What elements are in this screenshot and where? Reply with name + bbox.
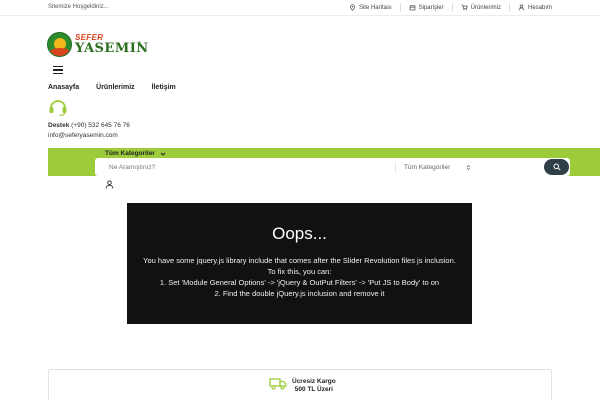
slider-error-box: Oops... You have some jquery.js library … [127, 203, 472, 324]
chevron-down-icon [160, 152, 166, 156]
support-email[interactable]: info@seferyasemin.com [48, 131, 130, 141]
all-categories-toggle[interactable]: Tüm Kategoriler [105, 150, 166, 157]
top-bar: Sitemize Hoşgeldiniz... Site Haritası Si… [0, 0, 600, 16]
logo-emblem [47, 32, 72, 57]
support-info: Destek (+90) 532 645 76 76 info@seferyas… [48, 121, 130, 140]
box-icon [409, 5, 415, 11]
top-link-label: Hesabım [527, 4, 552, 11]
top-link-site-map[interactable]: Site Haritası [341, 3, 401, 12]
top-link-label: Ürünlerimiz [470, 4, 501, 11]
shipping-text: Ücresiz Kargo 500 TL Üzeri [292, 378, 336, 394]
location-pin-icon [349, 4, 355, 11]
headset-icon [49, 100, 67, 116]
nav-item-home[interactable]: Anasayfa [48, 84, 79, 91]
category-select-label: Tüm Kategoriler [404, 163, 451, 171]
logo-registered-mark: ® [138, 40, 141, 45]
top-link-account[interactable]: Hesabım [510, 3, 552, 12]
top-link-label: Siparişler [418, 4, 444, 11]
support-label: Destek [48, 122, 70, 129]
slider-error-message: You have some jquery.js library include … [143, 256, 456, 298]
menu-toggle-button[interactable] [53, 66, 63, 75]
user-icon [518, 4, 525, 11]
nav-item-contact[interactable]: İletişim [152, 84, 176, 91]
category-select[interactable]: Tüm Kategoriler [395, 162, 471, 172]
shipping-line-2: 500 TL Üzeri [294, 386, 333, 393]
shipping-info-box: Ücresiz Kargo 500 TL Üzeri [48, 369, 552, 400]
cart-icon [461, 4, 468, 11]
main-nav: Anasayfa Ürünlerimiz İletişim [48, 84, 193, 91]
shipping-line-1: Ücresiz Kargo [292, 378, 336, 385]
top-link-products[interactable]: Ürünlerimiz [453, 3, 510, 12]
welcome-text: Sitemize Hoşgeldiniz... [48, 4, 109, 10]
search-button[interactable] [544, 159, 569, 175]
site-logo[interactable]: SEFER YASEMIN ® [47, 32, 148, 58]
top-link-label: Site Haritası [358, 4, 392, 11]
search-input[interactable] [95, 158, 395, 176]
account-user-icon[interactable] [105, 180, 114, 189]
search-bar: Tüm Kategoriler Tüm Kategoriler [48, 148, 600, 176]
top-link-orders[interactable]: Siparişler [401, 3, 453, 12]
support-phone[interactable]: (+90) 532 645 76 76 [71, 122, 130, 129]
top-nav: Site Haritası Siparişler Ürünlerimiz Hes… [341, 3, 552, 12]
chevron-updown-icon [466, 164, 471, 170]
slider-error-title: Oops... [272, 224, 327, 243]
all-categories-label: Tüm Kategoriler [105, 150, 155, 157]
search-icon [553, 163, 561, 171]
search-box: Tüm Kategoriler [95, 158, 570, 176]
nav-item-products[interactable]: Ürünlerimiz [96, 84, 135, 91]
hamburger-icon [53, 66, 63, 68]
truck-icon [269, 378, 287, 390]
